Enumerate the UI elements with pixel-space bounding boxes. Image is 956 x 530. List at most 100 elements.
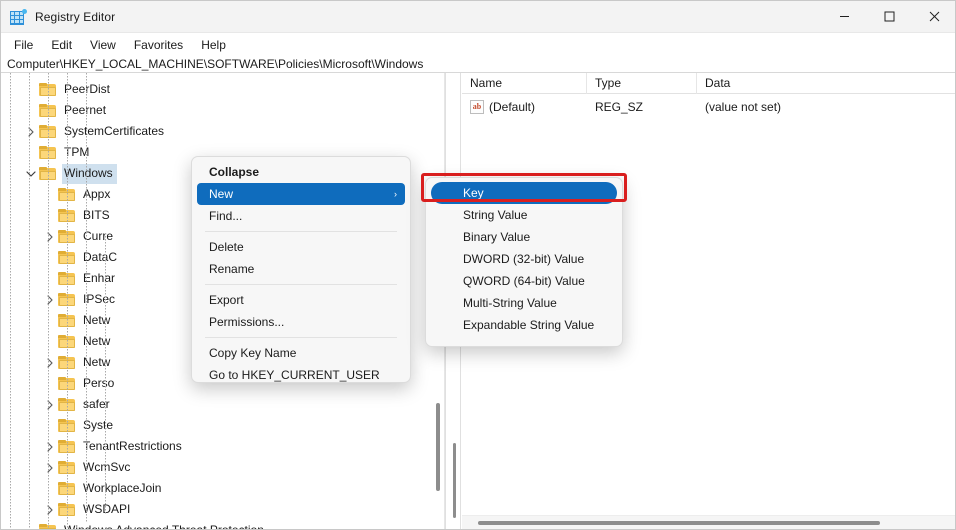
tree-guide-line <box>48 73 49 529</box>
submenu-item-expandable-string-value[interactable]: Expandable String Value <box>431 314 617 336</box>
chevron-right-icon[interactable] <box>42 226 58 247</box>
tree-item-datac[interactable]: DataC <box>42 247 121 268</box>
menu-separator <box>205 284 397 285</box>
values-list-header: Name Type Data <box>462 73 955 94</box>
menu-separator <box>205 337 397 338</box>
chevron-right-icon[interactable] <box>23 121 39 142</box>
tree-item-peerdist[interactable]: PeerDist <box>23 79 114 100</box>
menu-bar: File Edit View Favorites Help <box>1 33 955 56</box>
tree-item-ipsec[interactable]: IPSec <box>42 289 119 310</box>
submenu-item-label: Multi-String Value <box>463 296 557 310</box>
submenu-item-dword-32-bit-value[interactable]: DWORD (32-bit) Value <box>431 248 617 270</box>
submenu-item-label: QWORD (64-bit) Value <box>463 274 585 288</box>
submenu-item-qword-64-bit-value[interactable]: QWORD (64-bit) Value <box>431 270 617 292</box>
column-header-data[interactable]: Data <box>697 73 955 94</box>
maximize-icon[interactable] <box>867 1 912 33</box>
tree-item-wcmsvc[interactable]: WcmSvc <box>42 457 134 478</box>
menu-item-label: Find... <box>209 209 243 223</box>
submenu-item-binary-value[interactable]: Binary Value <box>431 226 617 248</box>
tree-item-windows-advanced-threat-protection[interactable]: Windows Advanced Threat Protection <box>23 520 268 529</box>
tree-item-windows[interactable]: Windows <box>23 163 117 184</box>
tree-item-tpm[interactable]: TPM <box>23 142 93 163</box>
tree-guide-line <box>67 73 68 529</box>
registry-editor-window: Registry Editor File Edit View Favorites… <box>0 0 956 530</box>
submenu-item-label: String Value <box>463 208 528 222</box>
minimize-icon[interactable] <box>822 1 867 33</box>
chevron-right-icon[interactable] <box>42 457 58 478</box>
chevron-right-icon[interactable] <box>42 499 58 520</box>
tree-item-netw[interactable]: Netw <box>42 310 114 331</box>
submenu-item-string-value[interactable]: String Value <box>431 204 617 226</box>
chevron-right-icon: › <box>394 189 397 199</box>
menu-item-label: Rename <box>209 262 255 276</box>
menu-item-permissions[interactable]: Permissions... <box>197 311 405 333</box>
menu-item-new[interactable]: New › <box>197 183 405 205</box>
menu-edit[interactable]: Edit <box>42 36 81 54</box>
tree-item-tenantrestrictions[interactable]: TenantRestrictions <box>42 436 186 457</box>
submenu-item-key[interactable]: Key <box>431 182 617 204</box>
tree-item-perso[interactable]: Perso <box>42 373 118 394</box>
tree-item-appx[interactable]: Appx <box>42 184 114 205</box>
values-horizontal-scrollbar-thumb[interactable] <box>478 521 880 525</box>
context-menu[interactable]: Collapse New › Find... Delete Rename Export Per… <box>191 156 411 383</box>
registry-path: Computer\HKEY_LOCAL_MACHINE\SOFTWARE\Pol… <box>7 57 424 71</box>
tree-item-label: WorkplaceJoin <box>83 480 162 495</box>
new-submenu[interactable]: Key String Value Binary Value DWORD (32-bit… <box>425 177 623 347</box>
tree-item-netw[interactable]: Netw <box>42 352 114 373</box>
menu-favorites[interactable]: Favorites <box>125 36 192 54</box>
menu-item-export[interactable]: Export <box>197 289 405 311</box>
menu-item-label: Go to HKEY_CURRENT_USER <box>209 368 380 382</box>
tree-item-label: PeerDist <box>64 81 111 96</box>
tree-item-bits[interactable]: BITS <box>42 205 114 226</box>
tree-scrollbar-thumb[interactable] <box>436 403 440 491</box>
value-type-cell: REG_SZ <box>595 100 644 114</box>
chevron-right-icon[interactable] <box>42 436 58 457</box>
menu-item-label: Collapse <box>209 165 260 179</box>
chevron-right-icon[interactable] <box>42 352 58 373</box>
chevron-down-icon[interactable] <box>23 163 39 184</box>
value-data-cell: (value not set) <box>705 100 782 114</box>
tree-item-label: WSDAPI <box>83 501 131 516</box>
menu-file[interactable]: File <box>5 36 42 54</box>
menu-item-rename[interactable]: Rename <box>197 258 405 280</box>
tree-item-safer[interactable]: safer <box>42 394 114 415</box>
menu-item-go-to-hkey-current-user[interactable]: Go to HKEY_CURRENT_USER <box>197 364 405 386</box>
tree-item-label: DataC <box>83 249 118 264</box>
menu-item-find[interactable]: Find... <box>197 205 405 227</box>
menu-item-copy-key-name[interactable]: Copy Key Name <box>197 342 405 364</box>
tree-guide-line <box>10 73 11 529</box>
tree-item-netw[interactable]: Netw <box>42 331 114 352</box>
tree-item-label: WcmSvc <box>83 459 131 474</box>
tree-item-systemcertificates[interactable]: SystemCertificates <box>23 121 168 142</box>
menu-item-delete[interactable]: Delete <box>197 236 405 258</box>
menu-view[interactable]: View <box>81 36 125 54</box>
chevron-right-icon[interactable] <box>42 394 58 415</box>
menu-separator <box>205 231 397 232</box>
submenu-item-multi-string-value[interactable]: Multi-String Value <box>431 292 617 314</box>
menu-item-label: Delete <box>209 240 244 254</box>
table-row[interactable]: ab (Default) REG_SZ (value not set) <box>462 97 955 117</box>
chevron-right-icon[interactable] <box>42 289 58 310</box>
column-header-name[interactable]: Name <box>462 73 587 94</box>
values-horizontal-scrollbar[interactable] <box>462 515 955 529</box>
close-icon[interactable] <box>912 1 955 33</box>
menu-help[interactable]: Help <box>192 36 235 54</box>
tree-item-enhar[interactable]: Enhar <box>42 268 119 289</box>
column-header-type[interactable]: Type <box>587 73 697 94</box>
splitter-scrollbar-thumb[interactable] <box>453 443 456 518</box>
menu-item-label: Copy Key Name <box>209 346 297 360</box>
tree-item-wsdapi[interactable]: WSDAPI <box>42 499 134 520</box>
menu-item-collapse[interactable]: Collapse <box>197 161 405 183</box>
tree-item-workplacejoin[interactable]: WorkplaceJoin <box>42 478 165 499</box>
tree-guide-line <box>86 73 87 523</box>
address-bar[interactable]: Computer\HKEY_LOCAL_MACHINE\SOFTWARE\Pol… <box>1 56 955 73</box>
